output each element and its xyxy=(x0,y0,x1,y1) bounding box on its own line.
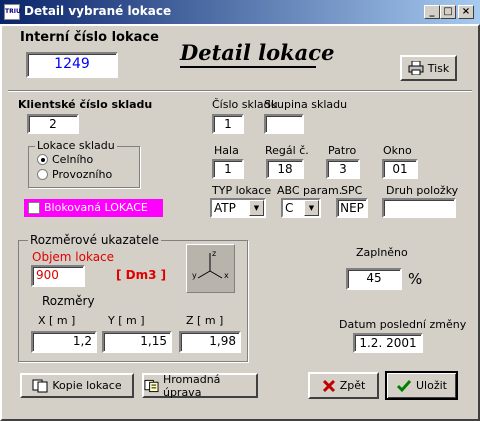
abc-value: C xyxy=(285,201,294,215)
axis-z-label: z xyxy=(212,249,216,258)
y-field[interactable]: 1,15 xyxy=(102,331,172,353)
spc-field[interactable]: NEP xyxy=(336,198,368,218)
spc-label: SPC xyxy=(341,184,363,197)
close-icon xyxy=(322,379,335,392)
back-button[interactable]: Zpět xyxy=(308,372,379,399)
bulk-edit-label: Hromadná úprava xyxy=(162,372,221,399)
radio-customs[interactable] xyxy=(37,154,48,165)
sizes-label: Rozměry xyxy=(42,294,95,308)
internal-number-field[interactable]: 1249 xyxy=(26,52,118,78)
floor-label: Patro xyxy=(328,144,357,157)
client-number-field[interactable]: 2 xyxy=(27,114,79,134)
axis-y-label: y xyxy=(192,271,197,280)
title-bar: TRIU Detail vybrané lokace _ □ × xyxy=(0,0,480,24)
rack-label: Regál č. xyxy=(265,144,309,157)
separator xyxy=(8,90,472,92)
print-button-label: Tisk xyxy=(427,61,450,75)
z-field[interactable]: 1,98 xyxy=(179,331,241,353)
bulk-edit-icon xyxy=(144,379,159,392)
warehouse-field[interactable]: 1 xyxy=(212,114,244,134)
close-button[interactable]: × xyxy=(458,5,474,19)
y-label: Y [ m ] xyxy=(108,314,145,327)
internal-number-label: Interní číslo lokace xyxy=(20,30,159,45)
volume-field[interactable]: 900 xyxy=(31,265,85,287)
filled-field[interactable]: 45 xyxy=(346,268,402,290)
type-value: ATP xyxy=(214,201,236,215)
blocked-label: Blokovaná LOKACE xyxy=(44,201,148,214)
storage-type-label: Lokace skladu xyxy=(35,139,117,152)
type-label: TYP lokace xyxy=(212,184,272,197)
back-button-label: Zpět xyxy=(339,379,366,392)
radio-customs-label: Celního xyxy=(52,153,94,166)
copy-location-label: Kopie lokace xyxy=(52,379,122,392)
minimize-button[interactable]: _ xyxy=(424,5,440,19)
checkmark-icon xyxy=(396,379,412,392)
save-button[interactable]: Uložit xyxy=(385,371,458,400)
abc-select[interactable]: C ▼ xyxy=(281,198,321,218)
radio-operational[interactable] xyxy=(37,169,48,180)
filled-label: Zaplněno xyxy=(356,246,408,259)
chevron-down-icon[interactable]: ▼ xyxy=(304,200,319,216)
x-label: X [ m ] xyxy=(38,314,76,327)
copy-icon xyxy=(32,379,48,392)
save-button-label: Uložit xyxy=(416,379,447,392)
group-field[interactable] xyxy=(264,114,304,134)
volume-unit: [ Dm3 ] xyxy=(116,268,167,282)
print-button[interactable]: Tisk xyxy=(400,55,457,81)
type-select[interactable]: ATP ▼ xyxy=(210,198,266,218)
copy-location-button[interactable]: Kopie lokace xyxy=(20,373,134,398)
abc-label: ABC param. xyxy=(277,184,343,197)
page-title: Detail lokace xyxy=(180,40,334,68)
window-number-field[interactable]: 01 xyxy=(382,159,418,179)
last-change-label: Datum poslední změny xyxy=(339,318,467,331)
printer-icon xyxy=(408,61,424,75)
radio-operational-label: Provozního xyxy=(52,168,113,181)
chevron-down-icon[interactable]: ▼ xyxy=(249,200,264,216)
volume-label: Objem lokace xyxy=(32,250,115,264)
maximize-button[interactable]: □ xyxy=(440,5,456,19)
hall-label: Hala xyxy=(214,144,239,157)
dimensions-group-label: Rozměrové ukazatele xyxy=(28,233,161,247)
item-type-field[interactable] xyxy=(382,198,456,218)
x-field[interactable]: 1,2 xyxy=(31,331,97,353)
z-label: Z [ m ] xyxy=(186,314,224,327)
group-label: Skupina skladu xyxy=(264,98,348,111)
blocked-checkbox-row[interactable]: Blokovaná LOKACE xyxy=(24,199,163,217)
filled-unit: % xyxy=(408,270,423,288)
window-number-label: Okno xyxy=(383,144,412,157)
axes-icon: z y x xyxy=(186,244,235,293)
axis-x-label: x xyxy=(224,271,229,280)
app-icon: TRIU xyxy=(4,4,21,20)
rack-field[interactable]: 18 xyxy=(266,159,304,179)
item-type-label: Druh položky xyxy=(386,184,459,197)
hall-field[interactable]: 1 xyxy=(212,159,244,179)
blocked-checkbox[interactable] xyxy=(28,202,40,214)
client-number-label: Klientské číslo skladu xyxy=(18,98,153,111)
window-title: Detail vybrané lokace xyxy=(24,4,172,18)
last-change-field[interactable]: 1.2. 2001 xyxy=(353,333,423,353)
floor-field[interactable]: 3 xyxy=(326,159,360,179)
bulk-edit-button[interactable]: Hromadná úprava xyxy=(142,372,258,399)
